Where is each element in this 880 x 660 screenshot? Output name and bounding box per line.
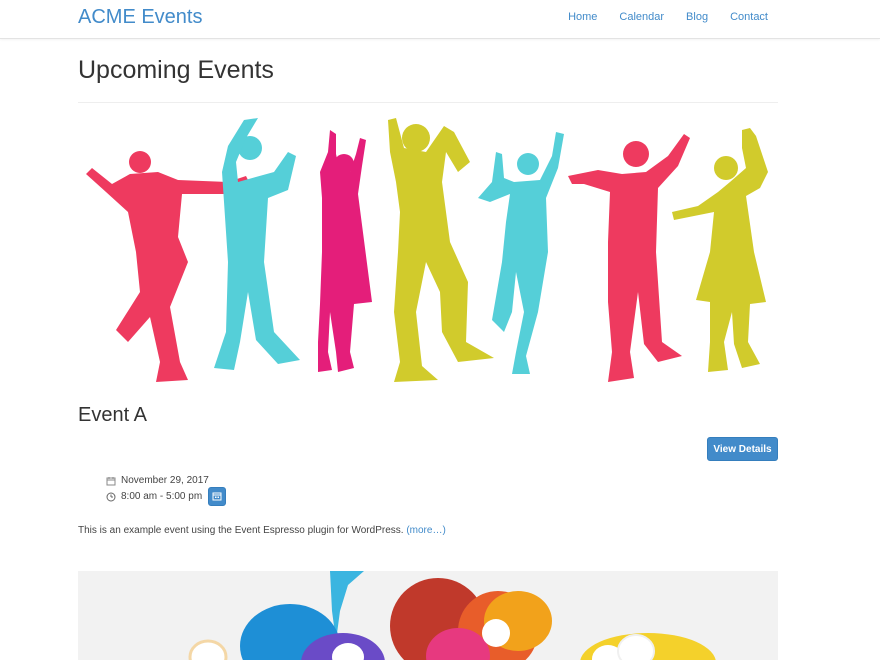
calendar-icon — [106, 476, 116, 486]
event-a-image[interactable] — [78, 112, 778, 392]
nav-blog[interactable]: Blog — [686, 11, 708, 23]
event-b-image[interactable] — [78, 571, 778, 660]
dancer-silhouette — [568, 134, 690, 382]
dancer-silhouette — [214, 118, 300, 370]
event-time: 8:00 am - 5:00 pm — [121, 491, 203, 502]
title-divider — [78, 102, 778, 103]
view-details-button[interactable]: View Details — [707, 437, 778, 461]
navbar: ACME Events Home Calendar Blog Contact — [0, 0, 880, 39]
person-silhouette — [617, 634, 655, 660]
dancer-silhouette — [318, 130, 372, 372]
event-description: This is an example event using the Event… — [78, 525, 446, 536]
dancer-silhouette — [388, 118, 494, 382]
brand-link[interactable]: ACME Events — [78, 6, 202, 29]
person-silhouette — [188, 639, 228, 660]
event-time-row: 8:00 am - 5:00 pm — [106, 491, 202, 502]
add-to-calendar-button[interactable] — [208, 487, 226, 506]
person-silhouette — [482, 619, 510, 647]
page-title: Upcoming Events — [78, 56, 274, 84]
calendar-add-icon — [212, 489, 222, 504]
dancer-silhouette — [672, 128, 768, 372]
event-description-text: This is an example event using the Event… — [78, 525, 404, 536]
nav-home[interactable]: Home — [568, 11, 597, 23]
main-nav: Home Calendar Blog Contact — [546, 11, 768, 23]
nav-contact[interactable]: Contact — [730, 11, 768, 23]
nav-calendar[interactable]: Calendar — [619, 11, 664, 23]
event-date: November 29, 2017 — [121, 475, 209, 486]
event-title[interactable]: Event A — [78, 404, 147, 427]
clock-icon — [106, 492, 116, 502]
more-link[interactable]: (more…) — [406, 525, 445, 536]
dancer-silhouette — [478, 132, 564, 374]
event-date-row: November 29, 2017 — [106, 475, 209, 486]
